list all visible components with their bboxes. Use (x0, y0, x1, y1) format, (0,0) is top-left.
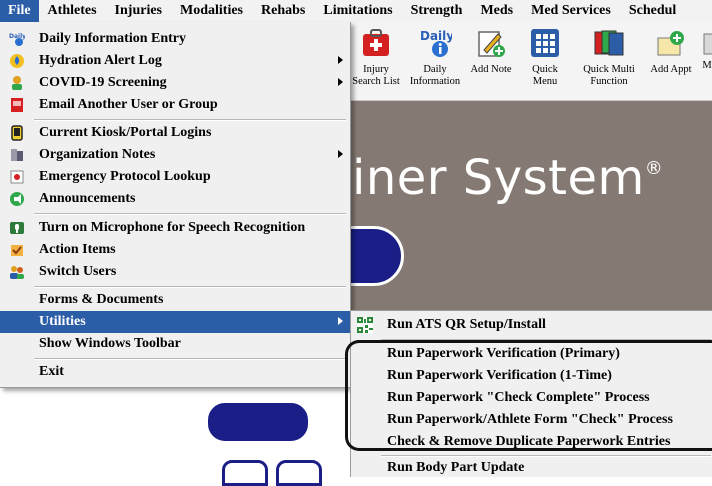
menu-item-label: Email Another User or Group (39, 97, 218, 112)
submenu-arrow-icon (338, 78, 343, 86)
menu-item-utilities[interactable]: Utilities (0, 311, 350, 333)
add-appointment-label: Add Appt (650, 64, 692, 75)
emergency-icon (8, 168, 26, 186)
menu-item-label: Emergency Protocol Lookup (39, 169, 211, 184)
switch-users-icon (8, 263, 26, 281)
menu-limitations[interactable]: Limitations (314, 0, 401, 22)
menu-item-show-windows-toolbar[interactable]: Show Windows Toolbar (0, 333, 350, 355)
menu-bar: File Athletes Injuries Modalities Rehabs… (0, 0, 712, 23)
submenu-arrow-icon (338, 150, 343, 158)
app-title-text: iner System (352, 150, 645, 206)
notes-icon (8, 146, 26, 164)
announcement-icon (8, 190, 26, 208)
file-dropdown-menu: Daily Daily Information Entry Hydration … (0, 22, 351, 388)
menu-item-exit[interactable]: Exit (0, 361, 350, 383)
svg-text:Daily: Daily (420, 29, 452, 43)
decorative-oval (222, 460, 268, 486)
submenu-item-label: Run ATS QR Setup/Install (387, 317, 546, 332)
highlight-annotation-box (345, 340, 712, 451)
email-icon (8, 96, 26, 114)
menu-item-label: Action Items (39, 242, 116, 257)
menu-item-announcements[interactable]: Announcements (0, 188, 350, 210)
quick-menu-label: Quick Menu (532, 64, 558, 87)
daily-info-icon: Daily (406, 28, 464, 62)
menu-item-label: Exit (39, 364, 64, 379)
microphone-icon (8, 219, 26, 237)
more-toolbar-label: M (702, 60, 712, 71)
menu-item-label: Hydration Alert Log (39, 53, 162, 68)
menu-item-label: COVID-19 Screening (39, 75, 167, 90)
menu-item-kiosk-portal-logins[interactable]: Current Kiosk/Portal Logins (0, 122, 350, 144)
covid-icon (8, 74, 26, 92)
menu-separator (34, 213, 346, 215)
menu-meds[interactable]: Meds (471, 0, 522, 22)
menu-strength[interactable]: Strength (402, 0, 472, 22)
submenu-item-run-ats-qr-setup[interactable]: Run ATS QR Setup/Install (351, 314, 712, 336)
qr-code-icon (357, 317, 373, 333)
menu-injuries[interactable]: Injuries (106, 0, 171, 22)
menu-item-label: Utilities (39, 314, 86, 329)
menu-item-email-another-user[interactable]: Email Another User or Group (0, 94, 350, 116)
menu-item-label: Announcements (39, 191, 136, 206)
menu-rehabs[interactable]: Rehabs (252, 0, 314, 22)
menu-item-label: Show Windows Toolbar (39, 336, 181, 351)
toolbar: Injury Search List Daily Daily Informati… (350, 22, 712, 101)
menu-athletes[interactable]: Athletes (39, 0, 106, 22)
grid-menu-icon (520, 28, 570, 62)
quick-menu-button[interactable]: Quick Menu (520, 22, 570, 88)
add-note-button[interactable]: Add Note (466, 22, 516, 76)
quick-multi-function-button[interactable]: Quick Multi Function (576, 22, 642, 88)
menu-separator (34, 358, 346, 360)
hydration-icon (8, 52, 26, 70)
partial-toolbar-icon (700, 28, 712, 58)
menu-item-covid-19-screening[interactable]: COVID-19 Screening (0, 72, 350, 94)
menu-modalities[interactable]: Modalities (171, 0, 252, 22)
menu-separator (34, 286, 346, 288)
folders-icon (576, 28, 642, 62)
menu-item-forms-documents[interactable]: Forms & Documents (0, 289, 350, 311)
first-aid-kit-icon (350, 28, 402, 62)
decorative-oval (205, 400, 311, 444)
daily-info-icon: Daily (8, 30, 26, 48)
submenu-item-label: Run Body Part Update (387, 460, 525, 475)
injury-search-button[interactable]: Injury Search List (350, 22, 402, 88)
menu-item-turn-on-microphone[interactable]: Turn on Microphone for Speech Recognitio… (0, 217, 350, 239)
menu-item-label: Current Kiosk/Portal Logins (39, 125, 212, 140)
add-note-label: Add Note (470, 64, 512, 75)
menu-item-label: Organization Notes (39, 147, 156, 162)
menu-file[interactable]: File (0, 0, 39, 22)
daily-information-label: Daily Information (409, 64, 461, 87)
submenu-arrow-icon (338, 56, 343, 64)
note-pencil-icon (466, 28, 516, 62)
registered-mark: ® (644, 158, 664, 179)
action-items-icon (8, 241, 26, 259)
menu-item-emergency-protocol-lookup[interactable]: Emergency Protocol Lookup (0, 166, 350, 188)
menu-item-label: Forms & Documents (39, 292, 164, 307)
menu-item-label: Switch Users (39, 264, 117, 279)
menu-item-daily-information-entry[interactable]: Daily Daily Information Entry (0, 28, 350, 50)
decorative-oval (276, 460, 322, 486)
menu-separator (34, 119, 346, 121)
menu-item-label: Daily Information Entry (39, 31, 186, 46)
kiosk-icon (8, 124, 26, 142)
menu-item-label: Turn on Microphone for Speech Recognitio… (39, 220, 306, 235)
submenu-arrow-icon (338, 317, 343, 325)
quick-multi-function-label: Quick Multi Function (583, 64, 635, 87)
menu-item-switch-users[interactable]: Switch Users (0, 261, 350, 283)
app-title: iner System® (352, 150, 663, 206)
menu-scheduling[interactable]: Schedul (620, 0, 685, 22)
more-toolbar-button[interactable]: M (700, 22, 712, 72)
menu-item-action-items[interactable]: Action Items (0, 239, 350, 261)
menu-item-organization-notes[interactable]: Organization Notes (0, 144, 350, 166)
injury-search-label: Injury Search List (352, 64, 400, 87)
add-appointment-button[interactable]: Add Appt (646, 22, 696, 76)
menu-item-hydration-alert-log[interactable]: Hydration Alert Log (0, 50, 350, 72)
daily-information-button[interactable]: Daily Daily Information (406, 22, 464, 88)
menu-med-services[interactable]: Med Services (522, 0, 620, 22)
add-folder-icon (646, 28, 696, 62)
